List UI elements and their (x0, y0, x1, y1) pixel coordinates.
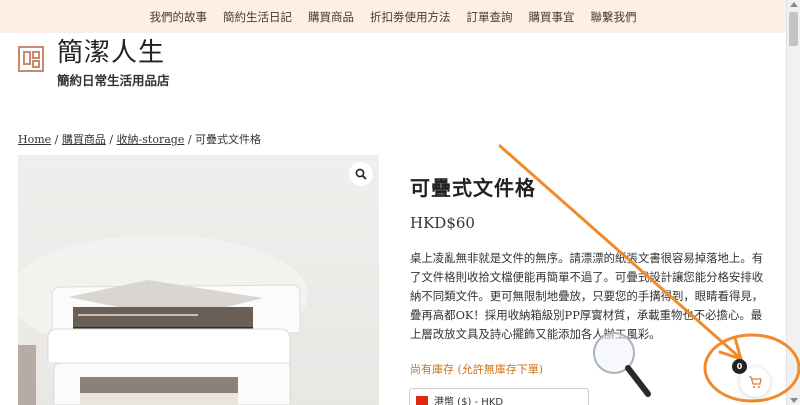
breadcrumb-separator: / (184, 133, 196, 146)
breadcrumb-separator: / (105, 133, 117, 146)
cart-count-badge: 0 (732, 359, 747, 374)
breadcrumb: Home / 購買商品 / 收納-storage / 可疊式文件格 (18, 131, 261, 147)
stacked-file-trays-image (18, 235, 308, 405)
site-title[interactable]: 簡潔人生 (57, 32, 165, 69)
product-description: 桌上凌亂無非就是文件的無序。請漂漂的紙張文書很容易掉落地上。有了文件格則收拾文檔… (410, 251, 764, 341)
nav-item-order-tracking[interactable]: 訂單查詢 (467, 9, 513, 25)
scroll-down-arrow[interactable] (790, 398, 798, 403)
nav-item-purchase-info[interactable]: 購買事宜 (529, 9, 575, 25)
product-title: 可疊式文件格 (410, 176, 536, 200)
site-tagline: 簡約日常生活用品店 (57, 73, 170, 88)
stock-status: 尚有庫存 (允許無庫存下單) (410, 363, 544, 376)
hk-flag-icon (416, 395, 428, 405)
breadcrumb-category[interactable]: 收納-storage (117, 133, 185, 146)
product-price: HKD$60 (410, 214, 475, 232)
breadcrumb-separator: / (51, 133, 62, 146)
zoom-button[interactable] (349, 162, 373, 186)
nav-item-coupon[interactable]: 折扣劵使用方法 (370, 9, 451, 25)
magnifier-icon (355, 168, 367, 180)
breadcrumb-home[interactable]: Home (18, 133, 51, 146)
top-navigation: 我們的故事 簡約生活日記 購買商品 折扣劵使用方法 訂單查詢 購買事宜 聯繫我們 (0, 0, 786, 33)
breadcrumb-shop[interactable]: 購買商品 (62, 133, 106, 146)
currency-selector[interactable]: 港幣 ($) - HKD (409, 388, 589, 405)
breadcrumb-current: 可疊式文件格 (195, 133, 262, 146)
cart-icon (749, 376, 762, 388)
currency-label: 港幣 ($) - HKD (434, 396, 504, 405)
page-scrollbar[interactable] (786, 0, 800, 405)
nav-item-shop[interactable]: 購買商品 (308, 9, 354, 25)
scroll-up-arrow[interactable] (790, 2, 798, 7)
nav-item-diary[interactable]: 簡約生活日記 (223, 9, 292, 25)
nav-item-our-story[interactable]: 我們的故事 (150, 9, 208, 25)
nav-item-contact[interactable]: 聯繫我們 (591, 9, 637, 25)
logo-icon[interactable] (18, 46, 44, 72)
product-image[interactable] (18, 155, 379, 405)
scroll-thumb[interactable] (789, 12, 798, 46)
